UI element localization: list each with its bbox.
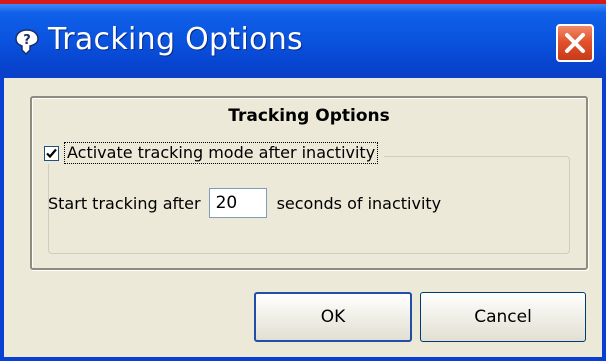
- activate-tracking-label[interactable]: Activate tracking mode after inactivity: [64, 142, 379, 164]
- seconds-input[interactable]: [208, 188, 267, 218]
- close-x-icon: [565, 33, 585, 53]
- close-button[interactable]: [556, 24, 594, 62]
- tracking-options-group: Tracking Options Activate tracking mode …: [30, 96, 588, 270]
- activate-tracking-checkbox[interactable]: [44, 145, 59, 161]
- group-heading: Tracking Options: [228, 106, 390, 126]
- seconds-suffix-label: seconds of inactivity: [276, 193, 442, 213]
- inactivity-row: Start tracking after seconds of inactivi…: [48, 188, 441, 218]
- svg-text:?: ?: [23, 33, 31, 48]
- activate-tracking-option[interactable]: Activate tracking mode after inactivity: [40, 142, 385, 164]
- title-bar[interactable]: ? Tracking Options: [0, 0, 606, 78]
- tracking-options-dialog: ? Tracking Options Tracking Options Acti…: [0, 0, 606, 361]
- ok-button[interactable]: OK: [254, 292, 412, 342]
- window-title: Tracking Options: [48, 22, 303, 57]
- help-question-icon: ?: [15, 29, 39, 56]
- cancel-button[interactable]: Cancel: [420, 292, 586, 342]
- start-tracking-label: Start tracking after: [48, 193, 201, 213]
- checkmark-icon: [46, 148, 57, 158]
